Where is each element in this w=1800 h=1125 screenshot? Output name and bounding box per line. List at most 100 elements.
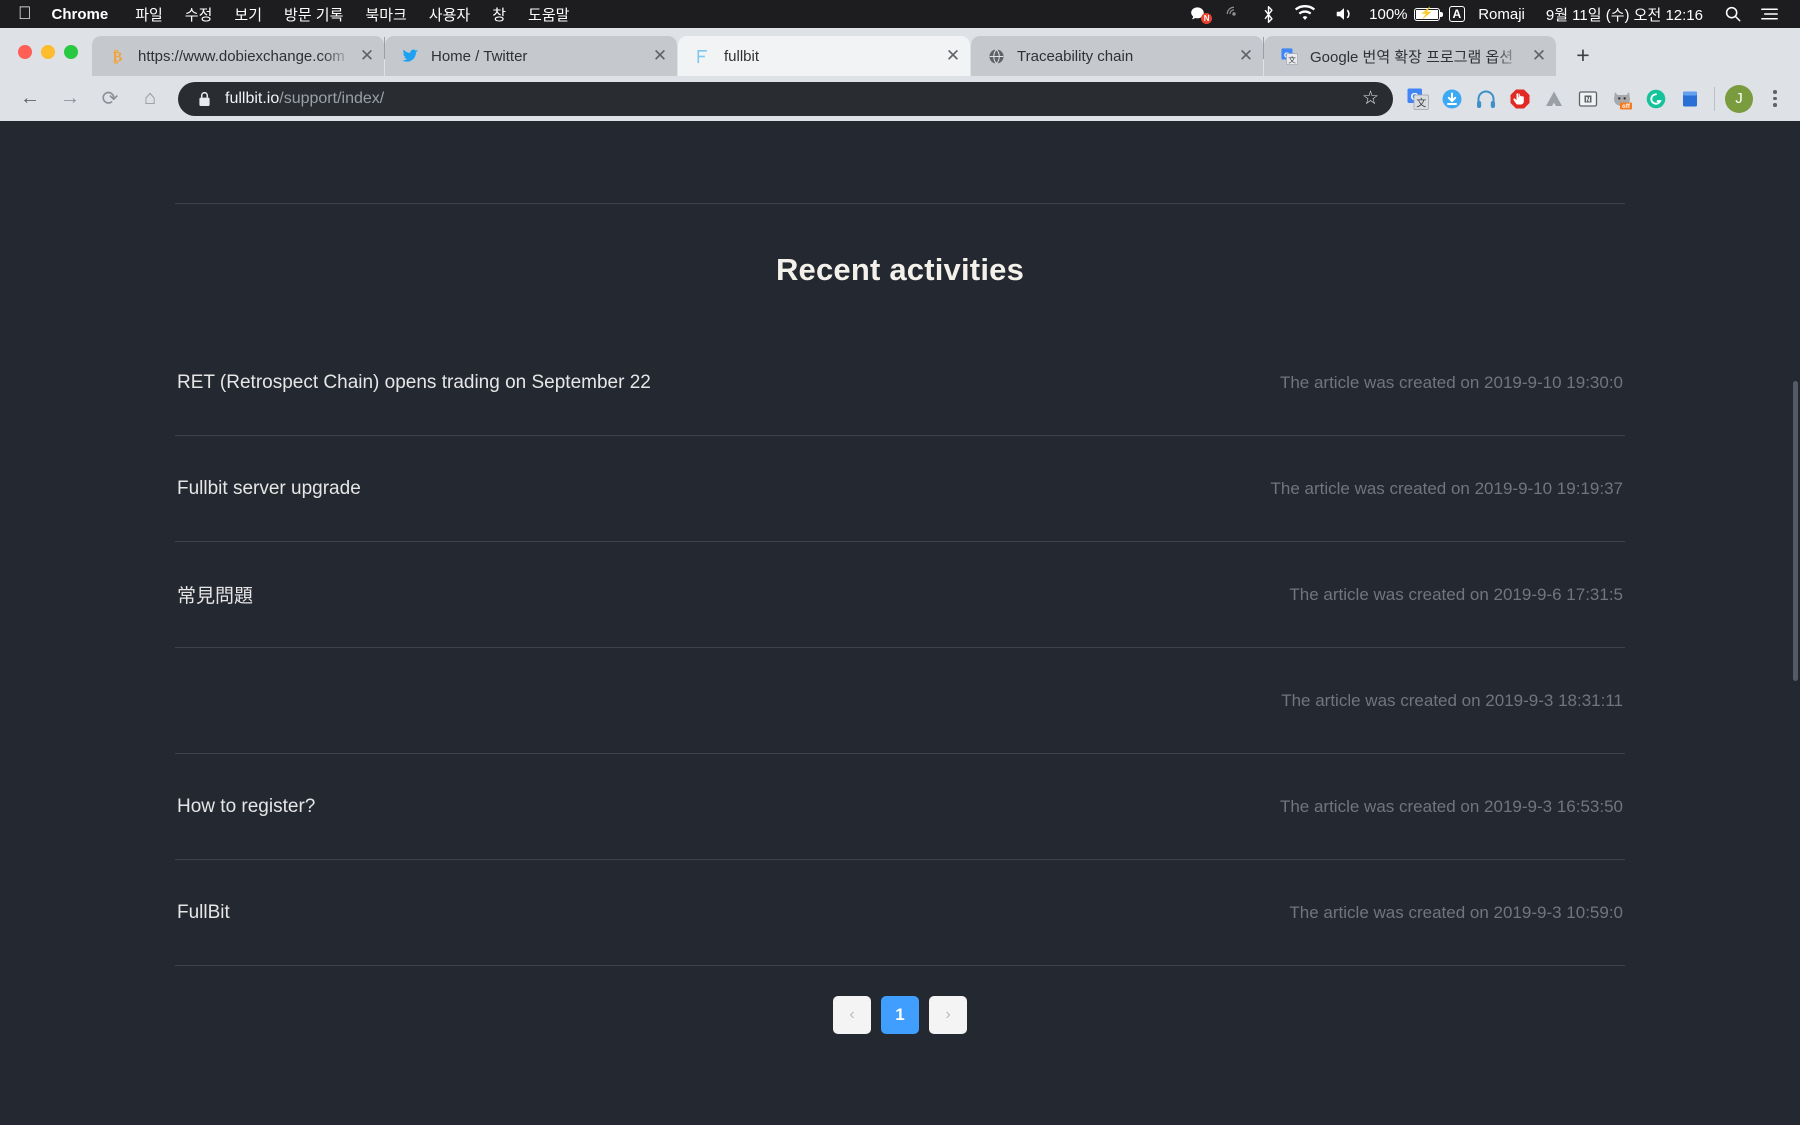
pagination-page-1-button[interactable]: 1 — [881, 996, 919, 1034]
reload-button[interactable]: ⟳ — [92, 81, 128, 117]
toolbar-divider — [1714, 86, 1715, 111]
list-item[interactable]: Fullbit server upgrade The article was c… — [175, 436, 1625, 542]
svg-text:N: N — [1586, 96, 1591, 103]
headphones-icon[interactable] — [1469, 82, 1503, 116]
list-item[interactable]: 常見問題 The article was created on 2019-9-6… — [175, 542, 1625, 648]
download-icon[interactable] — [1435, 82, 1469, 116]
browser-tab-strip: ₿ https://www.dobiexchange.com ✕ Home / … — [0, 28, 1800, 76]
svg-text:文: 文 — [1416, 96, 1426, 109]
url-host: fullbit.io — [225, 89, 280, 107]
list-item[interactable]: FullBit The article was created on 2019-… — [175, 860, 1625, 966]
back-button[interactable]: ← — [12, 81, 48, 117]
clock-datetime[interactable]: 9월 11일 (수) 오전 12:16 — [1532, 4, 1710, 25]
window-traffic-lights — [10, 28, 92, 76]
pagination-next-button[interactable]: › — [929, 996, 967, 1034]
screen-recording-icon[interactable] — [1216, 0, 1252, 28]
tab-close-icon[interactable]: ✕ — [356, 45, 378, 67]
macos-menu-bar:  Chrome 파일 수정 보기 방문 기록 북마크 사용자 창 도움말 N — [0, 0, 1800, 28]
twitter-icon — [401, 47, 419, 65]
drive-icon[interactable] — [1537, 82, 1571, 116]
menu-item-app-name[interactable]: Chrome — [52, 6, 125, 23]
bookmark-star-icon[interactable]: ☆ — [1362, 89, 1379, 108]
google-translate-icon: G 文 — [1280, 47, 1298, 65]
activity-title: RET (Retrospect Chain) opens trading on … — [177, 371, 651, 393]
adblock-stop-icon[interactable] — [1503, 82, 1537, 116]
wifi-icon[interactable] — [1285, 0, 1325, 28]
forward-button[interactable]: → — [52, 81, 88, 117]
window-close-button[interactable] — [18, 45, 32, 59]
address-bar[interactable]: fullbit.io/support/index/ ☆ — [178, 81, 1393, 116]
chrome-menu-button[interactable] — [1760, 82, 1790, 116]
tab-close-icon[interactable]: ✕ — [1528, 45, 1550, 67]
volume-icon[interactable] — [1325, 0, 1363, 28]
wolf-off-icon[interactable]: off — [1605, 82, 1639, 116]
browser-tab-dobiexchange[interactable]: ₿ https://www.dobiexchange.com ✕ — [92, 36, 384, 76]
menu-item-file[interactable]: 파일 — [124, 4, 174, 25]
pagination-prev-button[interactable]: ‹ — [833, 996, 871, 1034]
activity-date: The article was created on 2019-9-3 16:5… — [1279, 796, 1623, 816]
browser-tab-twitter[interactable]: Home / Twitter ✕ — [385, 36, 677, 76]
menu-bar-status-group: N 100% ⚡ A Romaji 9월 11일 (수) 오전 12:16 — [1179, 0, 1788, 28]
activity-date: The article was created on 2019-9-6 17:3… — [1289, 584, 1623, 604]
spotlight-search-icon[interactable] — [1710, 0, 1751, 28]
input-source-badge: A — [1448, 6, 1466, 22]
notification-bell-icon[interactable]: N — [1179, 0, 1216, 28]
svg-text:₿: ₿ — [112, 49, 122, 64]
menu-item-view[interactable]: 보기 — [223, 4, 273, 25]
page-scrollbar-thumb[interactable] — [1793, 381, 1798, 681]
tab-title: https://www.dobiexchange.com — [138, 47, 345, 65]
browser-tab-google-translate-options[interactable]: G 文 Google 번역 확장 프로그램 옵션 ✕ — [1264, 36, 1556, 76]
google-translate-icon[interactable]: G 文 — [1401, 82, 1435, 116]
list-item[interactable]: RET (Retrospect Chain) opens trading on … — [175, 330, 1625, 436]
tab-close-icon[interactable]: ✕ — [649, 45, 671, 67]
tab-title: Google 번역 확장 프로그램 옵션 — [1310, 48, 1514, 66]
grammarly-icon[interactable] — [1639, 82, 1673, 116]
pagination: ‹ 1 › — [175, 996, 1625, 1034]
menu-item-window[interactable]: 창 — [481, 4, 517, 25]
svg-text:文: 文 — [1288, 54, 1296, 64]
bluetooth-icon[interactable] — [1252, 0, 1285, 28]
browser-tab-fullbit[interactable]: fullbit ✕ — [678, 36, 970, 76]
menu-bar-left-group:  Chrome 파일 수정 보기 방문 기록 북마크 사용자 창 도움말 — [18, 4, 580, 25]
new-tab-button[interactable]: + — [1566, 38, 1600, 72]
clipboard-icon[interactable] — [1673, 82, 1707, 116]
activity-title: FullBit — [177, 901, 230, 923]
list-item[interactable]: How to register? The article was created… — [175, 754, 1625, 860]
tab-title: Traceability chain — [1017, 47, 1134, 65]
activity-date: The article was created on 2019-9-10 19:… — [1279, 372, 1623, 392]
tab-title: fullbit — [724, 47, 760, 65]
menu-item-profiles[interactable]: 사용자 — [418, 4, 481, 25]
battery-icon[interactable]: ⚡ — [1412, 0, 1449, 28]
menu-item-bookmarks[interactable]: 북마크 — [354, 4, 417, 25]
list-item[interactable]: The article was created on 2019-9-3 18:3… — [175, 648, 1625, 754]
menu-item-help[interactable]: 도움말 — [517, 4, 580, 25]
home-button[interactable]: ⌂ — [132, 81, 168, 117]
control-center-icon[interactable] — [1751, 0, 1788, 28]
support-recent-activities-section: Recent activities RET (Retrospect Chain)… — [175, 252, 1625, 1034]
globe-icon — [987, 47, 1005, 65]
activity-date: The article was created on 2019-9-3 10:5… — [1289, 902, 1623, 922]
activity-title: Fullbit server upgrade — [177, 477, 361, 499]
bitcoin-icon: ₿ — [108, 47, 126, 65]
activity-date: The article was created on 2019-9-10 19:… — [1270, 478, 1623, 498]
notebook-icon[interactable]: N — [1571, 82, 1605, 116]
activity-title: How to register? — [177, 795, 316, 817]
profile-avatar[interactable]: J — [1722, 82, 1756, 116]
tab-close-icon[interactable]: ✕ — [942, 45, 964, 67]
page-title: Recent activities — [775, 252, 1025, 287]
page-viewport: Recent activities RET (Retrospect Chain)… — [0, 121, 1800, 1125]
lock-icon — [198, 91, 211, 107]
window-minimize-button[interactable] — [41, 45, 55, 59]
svg-text:off: off — [1622, 104, 1631, 110]
browser-toolbar: ← → ⟳ ⌂ fullbit.io/support/index/ ☆ G 文 — [0, 76, 1800, 121]
activity-date: The article was created on 2019-9-3 18:3… — [1281, 690, 1623, 710]
tab-close-icon[interactable]: ✕ — [1235, 45, 1257, 67]
menu-item-edit[interactable]: 수정 — [174, 4, 224, 25]
window-maximize-button[interactable] — [64, 45, 78, 59]
activity-list: RET (Retrospect Chain) opens trading on … — [175, 330, 1625, 966]
content-top-divider — [175, 203, 1625, 204]
browser-tab-traceability-chain[interactable]: Traceability chain ✕ — [971, 36, 1263, 76]
input-source-label[interactable]: Romaji — [1471, 6, 1532, 23]
menu-item-history[interactable]: 방문 기록 — [273, 4, 354, 25]
apple-logo-icon[interactable]:  — [18, 4, 32, 22]
